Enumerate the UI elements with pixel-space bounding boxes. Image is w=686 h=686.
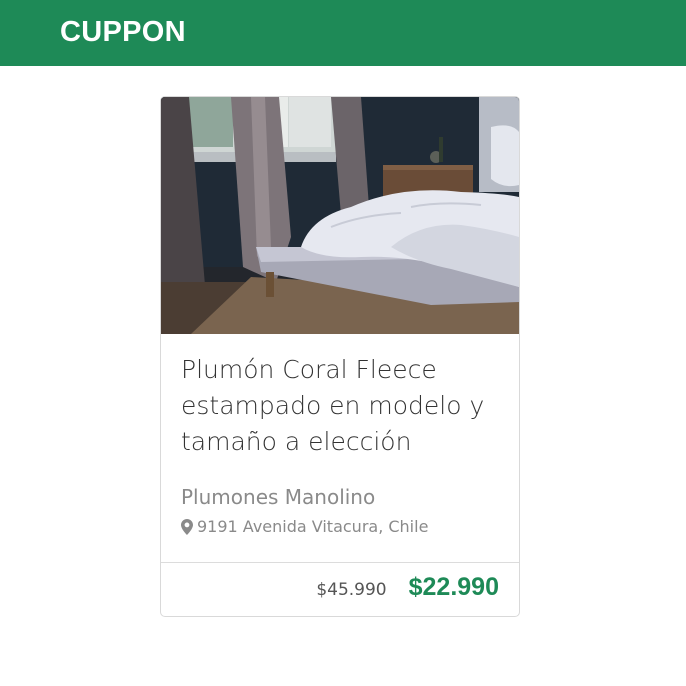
discount-price: $22.990: [408, 573, 499, 601]
price-row: $45.990 $22.990: [316, 573, 499, 602]
bedroom-photo-illustration: [161, 97, 519, 334]
merchant-name: Plumones Manolino: [181, 485, 376, 509]
deal-title[interactable]: Plumón Coral Fleece estampado en modelo …: [181, 352, 511, 460]
original-price: $45.990: [316, 580, 387, 600]
site-logo[interactable]: CUPPON: [60, 14, 186, 50]
top-navbar: CUPPON: [0, 0, 686, 66]
deal-image[interactable]: [161, 97, 519, 334]
address-text: 9191 Avenida Vitacura, Chile: [197, 517, 429, 536]
map-pin-icon: [181, 519, 193, 535]
deal-card[interactable]: Plumón Coral Fleece estampado en modelo …: [160, 96, 520, 617]
card-divider: [161, 562, 519, 563]
merchant-address: 9191 Avenida Vitacura, Chile: [181, 515, 428, 539]
